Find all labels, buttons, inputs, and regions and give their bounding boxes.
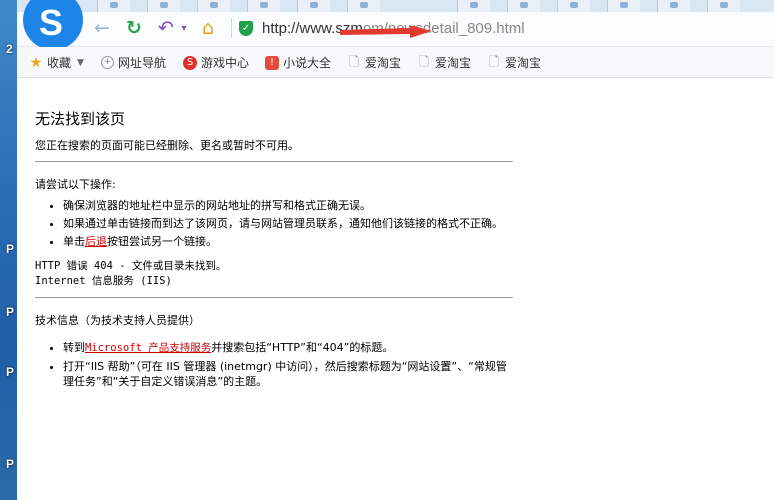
support-link[interactable]: Microsoft 产品支持服务 (85, 342, 211, 354)
try-heading: 请尝试以下操作: (35, 178, 116, 191)
browser-tab[interactable] (657, 0, 690, 12)
list-item: 转到Microsoft 产品支持服务并搜索包括“HTTP”和“404”的标题。 (63, 340, 515, 356)
bookmark-item[interactable]: 🗋 爱淘宝 (347, 54, 401, 71)
tech-list: 转到Microsoft 产品支持服务并搜索包括“HTTP”和“404”的标题。 … (35, 340, 515, 389)
desktop-label: P (6, 365, 15, 379)
red-arrow-icon (340, 26, 432, 38)
browser-logo-icon[interactable] (23, 0, 83, 50)
undo-dropdown-icon[interactable]: ▾ (173, 17, 195, 39)
star-icon: ★ (29, 54, 43, 71)
page-icon: 🗋 (348, 54, 360, 70)
divider (35, 297, 513, 298)
browser-tab[interactable] (557, 0, 590, 12)
tab-strip[interactable] (17, 0, 774, 12)
bookmark-item[interactable]: + 网址导航 (101, 54, 166, 71)
desktop-label: P (6, 457, 15, 471)
browser-tab[interactable] (97, 0, 130, 12)
toolbar-divider (231, 18, 232, 38)
page-icon: 🗋 (488, 54, 500, 70)
list-item: 打开“IIS 帮助”（可在 IIS 管理器 (inetmgr) 中访问），然后搜… (63, 359, 515, 389)
page-subtitle: 您正在搜索的页面可能已经删除、更名或暂时不可用。 (35, 139, 299, 152)
list-item: 确保浏览器的地址栏中显示的网站地址的拼写和格式正确无误。 (63, 198, 515, 213)
home-icon[interactable]: ⌂ (197, 17, 219, 39)
refresh-icon[interactable]: ↻ (123, 17, 145, 39)
error-code: HTTP 错误 404 - 文件或目录未找到。 (35, 260, 227, 272)
page-icon: 🗋 (418, 54, 430, 70)
bookmark-bar: ★ 收藏 ▼ + 网址导航 S 游戏中心 ! 小说大全 🗋 爱淘宝 🗋 爱淘宝 🗋 爱淘宝 (17, 47, 774, 78)
game-icon: S (183, 55, 197, 70)
desktop-label: 2 (6, 42, 13, 56)
browser-tab[interactable] (197, 0, 230, 12)
browser-tab[interactable] (707, 0, 740, 12)
error-page: 无法找到该页 您正在搜索的页面可能已经删除、更名或暂时不可用。 请尝试以下操作:… (35, 108, 515, 392)
chevron-down-icon: ▼ (77, 57, 84, 68)
back-link[interactable]: 后退 (85, 235, 107, 248)
bookmark-item[interactable]: 🗋 爱淘宝 (417, 54, 471, 71)
browser-tab[interactable] (297, 0, 330, 12)
divider (35, 161, 513, 162)
security-shield-icon[interactable]: ✓ (239, 21, 253, 36)
address-bar-row: ← ↻ ↶ ▾ ⌂ ✓ http://www.szmom/newsdetail_… (17, 0, 774, 50)
browser-tab[interactable] (247, 0, 280, 12)
bookmark-item[interactable]: S 游戏中心 (183, 54, 249, 71)
browser-tab[interactable] (507, 0, 540, 12)
list-item: 如果通过单击链接而到达了该网页，请与网站管理员联系，通知他们该链接的格式不正确。 (63, 216, 515, 231)
browser-tab[interactable] (347, 0, 380, 12)
bookmark-item[interactable]: ! 小说大全 (265, 54, 331, 71)
page-title: 无法找到该页 (35, 110, 126, 128)
server-info: Internet 信息服务 (IIS) (35, 275, 172, 287)
book-icon: ! (265, 55, 279, 70)
browser-tab[interactable] (607, 0, 640, 12)
browser-tab[interactable] (147, 0, 180, 12)
browser-tab[interactable] (457, 0, 490, 12)
bookmark-item[interactable]: ★ 收藏 ▼ (29, 54, 84, 71)
desktop-label: P (6, 305, 15, 319)
back-arrow-icon[interactable]: ← (91, 17, 113, 39)
tech-heading: 技术信息（为技术支持人员提供） (35, 314, 200, 327)
desktop-label: P (6, 242, 15, 256)
bookmark-item[interactable]: 🗋 爱淘宝 (487, 54, 541, 71)
desktop-strip: 2 P P P P (0, 0, 17, 500)
list-item: 单击后退按钮尝试另一个链接。 (63, 234, 515, 249)
globe-icon: + (101, 56, 114, 69)
tips-list: 确保浏览器的地址栏中显示的网站地址的拼写和格式正确无误。 如果通过单击链接而到达… (35, 198, 515, 249)
